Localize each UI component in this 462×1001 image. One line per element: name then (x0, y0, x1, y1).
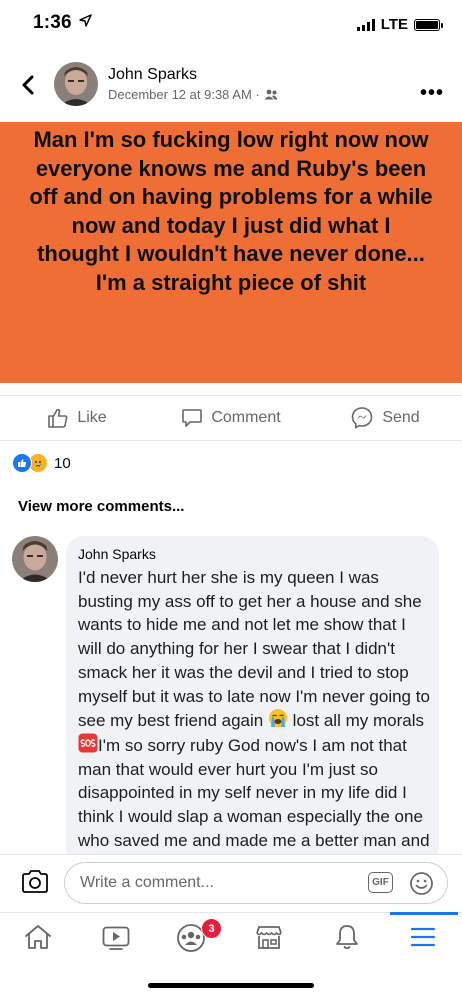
messenger-icon (352, 407, 373, 429)
send-label: Send (382, 409, 420, 426)
home-icon[interactable] (23, 923, 53, 951)
comment-author[interactable]: John Sparks (78, 546, 156, 562)
thumbs-up-icon (48, 408, 68, 428)
watch-icon[interactable] (101, 923, 131, 951)
post-meta: December 12 at 9:38 AM · (108, 87, 278, 102)
emoji-icon[interactable] (409, 871, 434, 896)
comment-label: Comment (211, 409, 281, 426)
view-more-comments-link[interactable]: View more comments... (18, 498, 184, 515)
network-label: LTE (380, 16, 408, 33)
author-name[interactable]: John Sparks (108, 66, 197, 84)
groups-notification-badge: 3 (201, 918, 222, 939)
commenter-avatar[interactable] (12, 536, 58, 582)
status-bar: 1:36 LTE (0, 0, 462, 50)
post-date: December 12 at 9:38 AM · (108, 87, 260, 102)
crying-face-emoji (268, 709, 287, 728)
more-options-icon[interactable]: ••• (420, 82, 444, 105)
camera-icon[interactable] (20, 868, 50, 896)
active-tab-indicator (390, 912, 458, 915)
post-actions: Like Comment Send (0, 395, 462, 441)
signal-icon (356, 18, 375, 31)
location-arrow-icon (79, 14, 93, 27)
reaction-count: 10 (54, 454, 71, 472)
post-text: Man I'm so fucking low right now now eve… (29, 127, 433, 295)
comment-text: I'd never hurt her she is my queen I was… (78, 568, 430, 873)
battery-icon (414, 18, 443, 31)
comment-bubble-icon (182, 409, 203, 427)
comment-placeholder: Write a comment... (80, 874, 214, 891)
home-indicator (148, 983, 314, 988)
send-button[interactable]: Send (308, 406, 462, 430)
gif-button[interactable]: GIF (368, 872, 393, 893)
reactions-summary[interactable]: 10 (12, 453, 71, 473)
marketplace-icon[interactable] (254, 923, 284, 951)
status-time: 1:36 (33, 12, 93, 34)
sos-emoji (78, 733, 98, 753)
like-reaction-icon (12, 453, 32, 473)
status-indicators: LTE (356, 16, 443, 33)
back-arrow-icon[interactable] (16, 70, 40, 100)
like-button[interactable]: Like (0, 407, 154, 429)
author-avatar[interactable] (54, 62, 98, 106)
friends-audience-icon (264, 89, 278, 100)
menu-icon[interactable] (409, 923, 437, 951)
comment-button[interactable]: Comment (154, 407, 308, 429)
notifications-icon[interactable] (333, 923, 361, 951)
like-label: Like (77, 409, 107, 426)
